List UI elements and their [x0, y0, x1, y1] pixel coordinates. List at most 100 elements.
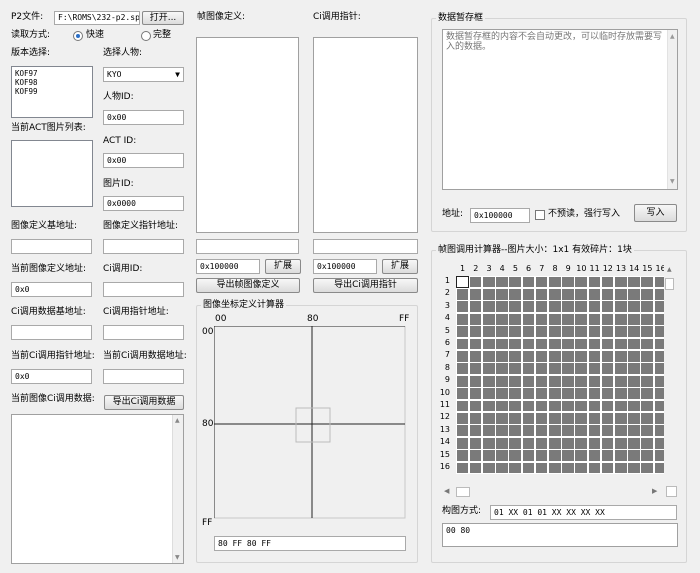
ci-id-input[interactable] [103, 282, 184, 297]
grid-cell[interactable] [561, 362, 575, 376]
grid-cell[interactable] [640, 275, 654, 289]
grid-cell[interactable] [613, 411, 628, 425]
grid-cell[interactable] [613, 275, 628, 289]
frame-def-textarea[interactable] [196, 37, 299, 233]
grid-cell[interactable] [613, 424, 628, 438]
fragment-grid[interactable]: 1 2 3 4 5 6 7 8 9 10 11 12 13 14 15 16 1 2 3 4 5 6 7 8 9 10 11 12 13… [440, 262, 668, 482]
grid-cell[interactable] [640, 374, 654, 388]
p2-file-path-input[interactable]: F:\ROMS\232-p2.sp2 [54, 11, 140, 25]
grid-cell[interactable] [574, 399, 588, 413]
frame-expand-button[interactable]: 扩展 [265, 259, 301, 274]
grid-cell[interactable] [534, 461, 549, 475]
coord-canvas[interactable] [214, 326, 406, 519]
grid-cell[interactable] [600, 374, 615, 388]
grid-cell[interactable] [640, 325, 654, 338]
grid-cell[interactable] [640, 349, 654, 363]
grid-cell[interactable] [547, 300, 562, 314]
grid-cell[interactable] [600, 287, 615, 301]
grid-cell[interactable] [600, 449, 615, 462]
grid-cell[interactable] [587, 411, 602, 425]
grid-cell[interactable] [574, 436, 588, 450]
grid-cell[interactable] [547, 411, 562, 425]
grid-cell[interactable] [600, 399, 615, 413]
grid-cell[interactable] [455, 399, 470, 413]
grid-cell[interactable] [508, 337, 522, 351]
grid-cell[interactable] [481, 399, 496, 413]
grid-cell[interactable] [508, 387, 522, 400]
act-id-input[interactable]: 0x00 [103, 153, 184, 168]
grid-cell[interactable] [640, 362, 654, 376]
grid-cell[interactable] [521, 325, 536, 338]
grid-cell[interactable] [508, 424, 522, 438]
grid-cell[interactable] [561, 349, 575, 363]
grid-cell[interactable] [521, 436, 536, 450]
grid-cell[interactable] [561, 312, 575, 326]
grid-cell[interactable] [587, 362, 602, 376]
temp-data-textarea[interactable]: 数据暂存框的内容不会自动更改，可以临时存放需要写入的数据。 ▲ ▼ [442, 29, 678, 190]
grid-cell[interactable] [561, 424, 575, 438]
grid-cell[interactable] [508, 325, 522, 338]
grid-cell[interactable] [613, 287, 628, 301]
grid-cell[interactable] [521, 312, 536, 326]
grid-cell[interactable] [468, 312, 483, 326]
img-def-ptr-input[interactable] [103, 239, 184, 254]
grid-cell[interactable] [561, 387, 575, 400]
grid-cell[interactable] [521, 399, 536, 413]
grid-cell[interactable] [481, 275, 496, 289]
grid-cell[interactable] [613, 387, 628, 400]
grid-cell[interactable] [574, 374, 588, 388]
grid-cell[interactable] [495, 399, 509, 413]
scroll-down-icon[interactable]: ▼ [175, 554, 180, 561]
ci-addr-input[interactable]: 0x100000 [313, 259, 377, 274]
grid-cell[interactable] [521, 362, 536, 376]
grid-cell[interactable] [521, 449, 536, 462]
grid-cell[interactable] [495, 275, 509, 289]
scroll-down-icon[interactable]: ▼ [670, 177, 675, 187]
grid-cell[interactable] [574, 337, 588, 351]
grid-cell[interactable] [587, 436, 602, 450]
grid-cell[interactable] [587, 312, 602, 326]
grid-cell[interactable] [495, 411, 509, 425]
grid-cell[interactable] [455, 312, 470, 326]
grid-cell[interactable] [481, 312, 496, 326]
grid-cell[interactable] [640, 312, 654, 326]
grid-cell[interactable] [561, 411, 575, 425]
grid-cell[interactable] [455, 349, 470, 363]
grid-cell[interactable] [468, 300, 483, 314]
grid-cell[interactable] [534, 387, 549, 400]
grid-cell[interactable] [627, 461, 641, 475]
grid-cell[interactable] [481, 337, 496, 351]
grid-cell[interactable] [587, 337, 602, 351]
grid-cell[interactable] [495, 300, 509, 314]
grid-cell[interactable] [508, 399, 522, 413]
grid-cell[interactable] [468, 411, 483, 425]
grid-cell[interactable] [468, 461, 483, 475]
grid-cell[interactable] [587, 275, 602, 289]
grid-cell[interactable] [587, 449, 602, 462]
ci-ptr-textarea[interactable] [313, 37, 418, 233]
compose-input[interactable]: 01 XX 01 01 XX XX XX XX [490, 505, 677, 520]
grid-cell[interactable] [574, 325, 588, 338]
grid-cell[interactable] [455, 411, 470, 425]
grid-cell[interactable] [561, 399, 575, 413]
grid-cell[interactable] [455, 374, 470, 388]
grid-cell[interactable] [627, 275, 641, 289]
grid-cell[interactable] [521, 287, 536, 301]
grid-cell[interactable] [574, 424, 588, 438]
export-ci-data-button[interactable]: 导出Ci调用数据 [104, 395, 184, 410]
grid-cell[interactable] [587, 424, 602, 438]
grid-cell[interactable] [587, 461, 602, 475]
grid-cell[interactable] [495, 287, 509, 301]
grid-cell[interactable] [613, 461, 628, 475]
output-textarea[interactable]: 00 80 [442, 523, 678, 547]
grid-cell[interactable] [481, 436, 496, 450]
grid-cell[interactable] [534, 424, 549, 438]
grid-cell[interactable] [468, 449, 483, 462]
grid-cell[interactable] [455, 300, 470, 314]
grid-cell[interactable] [481, 449, 496, 462]
grid-cell[interactable] [547, 374, 562, 388]
grid-cell[interactable] [574, 411, 588, 425]
scroll-up-icon[interactable]: ▲ [175, 417, 180, 424]
ci-expand-button[interactable]: 扩展 [382, 259, 418, 274]
grid-cell[interactable] [508, 300, 522, 314]
